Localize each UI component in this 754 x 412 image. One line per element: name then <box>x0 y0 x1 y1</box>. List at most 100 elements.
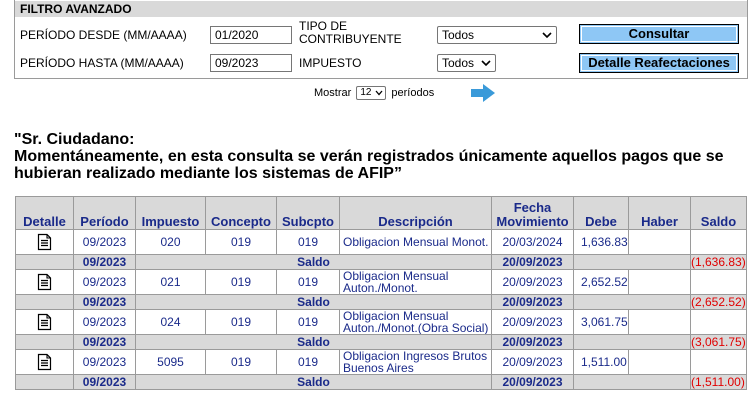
descripcion-line2: Auton./Monot. <box>343 281 418 295</box>
periodo-hasta-input[interactable]: 09/2023 <box>210 54 292 72</box>
consultar-button-label: Consultar <box>628 26 690 41</box>
fecha-cell: 20/09/2023 <box>491 349 574 375</box>
saldo-empty-cell <box>15 334 74 350</box>
col-concepto: Concepto <box>205 196 277 230</box>
descripcion-cell: Obligacion Mensual Auton./Monot. <box>339 269 492 295</box>
descripcion-cell: Obligacion Mensual Auton./Monot.(Obra Soc… <box>339 309 492 335</box>
chevron-down-icon <box>542 32 552 39</box>
saldo-empty-cell <box>15 374 74 390</box>
table-row: 09/2023 021 019 019 Obligacion Mensual Auton.… <box>15 269 747 295</box>
saldo-fecha-cell: 20/09/2023 <box>491 294 574 310</box>
descripcion-line2: Buenos Aires <box>343 361 414 375</box>
impuesto-cell: 021 <box>135 269 206 295</box>
saldo-periodo-cell: 09/2023 <box>73 294 136 310</box>
payments-table: Detalle Período Impuesto Concepto Subcpt… <box>15 196 747 390</box>
saldo-filler-cell <box>573 374 691 390</box>
haber-cell <box>628 229 691 255</box>
concepto-cell: 019 <box>205 349 277 375</box>
saldo-fecha-cell: 20/09/2023 <box>491 374 574 390</box>
saldo-label-cell: Saldo <box>135 374 492 390</box>
page-size-select[interactable]: 12 <box>356 86 387 101</box>
tipo-contribuyente-label-line2: CONTRIBUYENTE <box>299 32 402 46</box>
haber-cell <box>628 349 691 375</box>
debe-cell: 1,636.83 <box>573 229 629 255</box>
detalle-cell[interactable] <box>15 349 74 375</box>
saldo-cell <box>690 309 747 335</box>
saldo-amount-cell: (3,061.75) <box>690 334 747 350</box>
detalle-cell[interactable] <box>15 269 74 295</box>
document-icon[interactable] <box>37 313 52 331</box>
document-icon[interactable] <box>37 273 52 291</box>
chevron-down-icon <box>481 60 491 67</box>
descripcion-line1: Obligacion Mensual Monot. <box>343 235 489 249</box>
table-row: 09/2023 5095 019 019 Obligacion Ingresos Bru… <box>15 349 747 375</box>
detalle-reafectaciones-button[interactable]: Detalle Reafectaciones <box>579 53 739 73</box>
document-icon[interactable] <box>37 233 52 251</box>
saldo-amount-cell: (1,511.00) <box>690 374 747 390</box>
table-row: 09/2023 024 019 019 Obligacion Mensual Auton.… <box>15 309 747 335</box>
periodo-desde-input[interactable]: 01/2020 <box>210 26 292 44</box>
debe-cell: 1,511.00 <box>573 349 629 375</box>
saldo-summary-row: 09/2023 Saldo 20/09/2023 (1,511.00) <box>15 374 747 390</box>
col-fecha-line1: Fecha <box>513 200 552 215</box>
impuesto-value: Todos <box>442 56 475 70</box>
chevron-down-icon <box>375 90 383 96</box>
saldo-filler-cell <box>573 334 691 350</box>
table-body: 09/2023 020 019 019 Obligacion Mensual Monot… <box>15 229 747 390</box>
next-arrow-icon[interactable] <box>470 83 496 103</box>
impuesto-cell: 024 <box>135 309 206 335</box>
tipo-contribuyente-select[interactable]: Todos <box>437 26 557 44</box>
notice-greeting: "Sr. Ciudadano: <box>14 131 135 148</box>
subcpto-cell: 019 <box>276 269 340 295</box>
saldo-amount-cell: (1,636.83) <box>690 254 747 270</box>
notice-message: Momentáneamente, en esta consulta se ver… <box>14 148 724 182</box>
detalle-cell[interactable] <box>15 229 74 255</box>
saldo-periodo-cell: 09/2023 <box>73 334 136 350</box>
debe-cell: 2,652.52 <box>573 269 629 295</box>
impuesto-select[interactable]: Todos <box>437 54 496 72</box>
periodo-cell: 09/2023 <box>73 269 136 295</box>
col-fecha-line2: Movimiento <box>496 214 569 229</box>
page-size-control: Mostrar 12 períodos <box>314 85 434 101</box>
detalle-cell[interactable] <box>15 309 74 335</box>
saldo-empty-cell <box>15 254 74 270</box>
periodo-hasta-label: PERÍODO HASTA (MM/AAAA) <box>20 56 184 70</box>
col-descripcion: Descripción <box>339 196 492 230</box>
subcpto-cell: 019 <box>276 309 340 335</box>
subcpto-cell: 019 <box>276 229 340 255</box>
saldo-fecha-cell: 20/09/2023 <box>491 334 574 350</box>
mostrar-label: Mostrar <box>314 87 352 99</box>
citizen-notice: "Sr. Ciudadano: Momentáneamente, en esta… <box>14 131 744 182</box>
concepto-cell: 019 <box>205 269 277 295</box>
fecha-cell: 20/09/2023 <box>491 269 574 295</box>
advanced-filter-panel: FILTRO AVANZADO PERÍODO DESDE (MM/AAAA) … <box>14 0 748 79</box>
concepto-cell: 019 <box>205 229 277 255</box>
periodo-desde-label: PERÍODO DESDE (MM/AAAA) <box>20 28 187 42</box>
tipo-contribuyente-value: Todos <box>442 28 475 42</box>
consultar-button[interactable]: Consultar <box>579 24 739 44</box>
document-icon[interactable] <box>37 353 52 371</box>
fecha-cell: 20/09/2023 <box>491 309 574 335</box>
col-periodo: Período <box>73 196 136 230</box>
saldo-cell <box>690 229 747 255</box>
periodo-cell: 09/2023 <box>73 229 136 255</box>
descripcion-cell: Obligacion Mensual Monot. <box>339 229 492 255</box>
saldo-label-cell: Saldo <box>135 254 492 270</box>
col-haber: Haber <box>628 196 691 230</box>
table-header-row: Detalle Período Impuesto Concepto Subcpt… <box>15 196 747 230</box>
impuesto-cell: 020 <box>135 229 206 255</box>
col-subcpto: Subcpto <box>276 196 340 230</box>
col-debe: Debe <box>573 196 629 230</box>
descripcion-cell: Obligacion Ingresos Brutos Buenos Aires <box>339 349 492 375</box>
saldo-cell <box>690 269 747 295</box>
fecha-cell: 20/03/2024 <box>491 229 574 255</box>
saldo-filler-cell <box>573 254 691 270</box>
col-detalle: Detalle <box>15 196 74 230</box>
concepto-cell: 019 <box>205 309 277 335</box>
detalle-reafectaciones-button-label: Detalle Reafectaciones <box>588 55 730 70</box>
subcpto-cell: 019 <box>276 349 340 375</box>
saldo-empty-cell <box>15 294 74 310</box>
periodos-label: períodos <box>391 87 435 99</box>
haber-cell <box>628 269 691 295</box>
col-impuesto: Impuesto <box>135 196 206 230</box>
